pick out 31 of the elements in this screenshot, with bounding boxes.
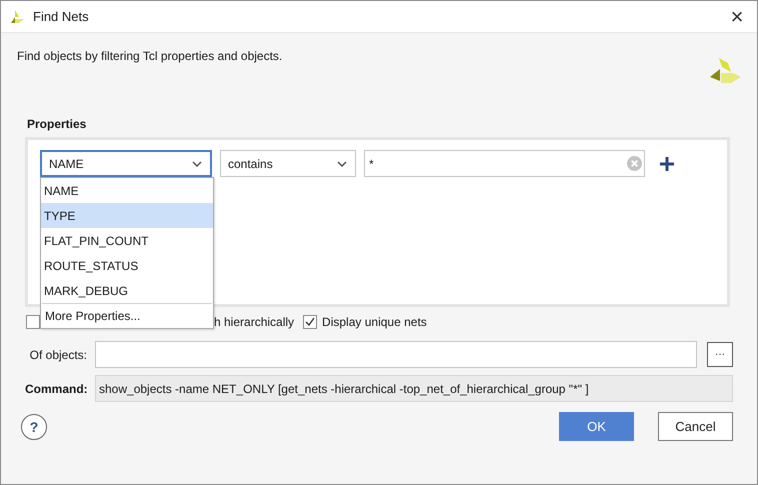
field-label: Of objects: (28, 348, 87, 362)
chevron-down-icon (337, 160, 347, 166)
logo-icon (9, 8, 25, 24)
menu-item[interactable]: MARK_DEBUG (41, 278, 213, 303)
operator-dropdown[interactable]: contains (220, 150, 356, 177)
description-text: Find objects by filtering Tcl properties and objects. (17, 49, 282, 65)
browse-button[interactable]: ··· (707, 342, 733, 367)
logo-icon (709, 55, 741, 85)
section-title: Properties (27, 117, 88, 131)
value-field[interactable]: * (364, 150, 645, 177)
menu-item[interactable]: ROUTE_STATUS (41, 253, 213, 278)
field-label: Command: (25, 382, 87, 396)
checkbox[interactable] (303, 315, 318, 329)
menu-item[interactable]: More Properties... (42, 303, 212, 328)
checkbox[interactable] (26, 315, 40, 329)
checkbox-label: Display unique nets (322, 315, 427, 329)
window-title: Find Nets (33, 9, 90, 24)
close-button[interactable]: × (717, 2, 757, 32)
menu-item[interactable]: NAME (41, 178, 213, 203)
help-button[interactable]: ? (21, 414, 47, 440)
objects-field[interactable] (95, 341, 697, 368)
command-field: show_objects -name NET_ONLY [get_nets -hierarchical -top_net_of_hierarchical_group "*" ] (95, 375, 733, 402)
menu-item[interactable]: FLAT_PIN_COUNT (41, 228, 213, 253)
chevron-down-icon (192, 160, 202, 166)
checkbox-label: h hierarchically (214, 315, 294, 329)
ok-button[interactable]: OK (559, 412, 634, 441)
cancel-button[interactable]: Cancel (658, 412, 733, 441)
menu-item[interactable]: TYPE (41, 203, 213, 228)
add-icon[interactable] (659, 156, 675, 172)
property-dropdown[interactable]: NAME (40, 150, 212, 177)
check-icon (305, 317, 316, 327)
